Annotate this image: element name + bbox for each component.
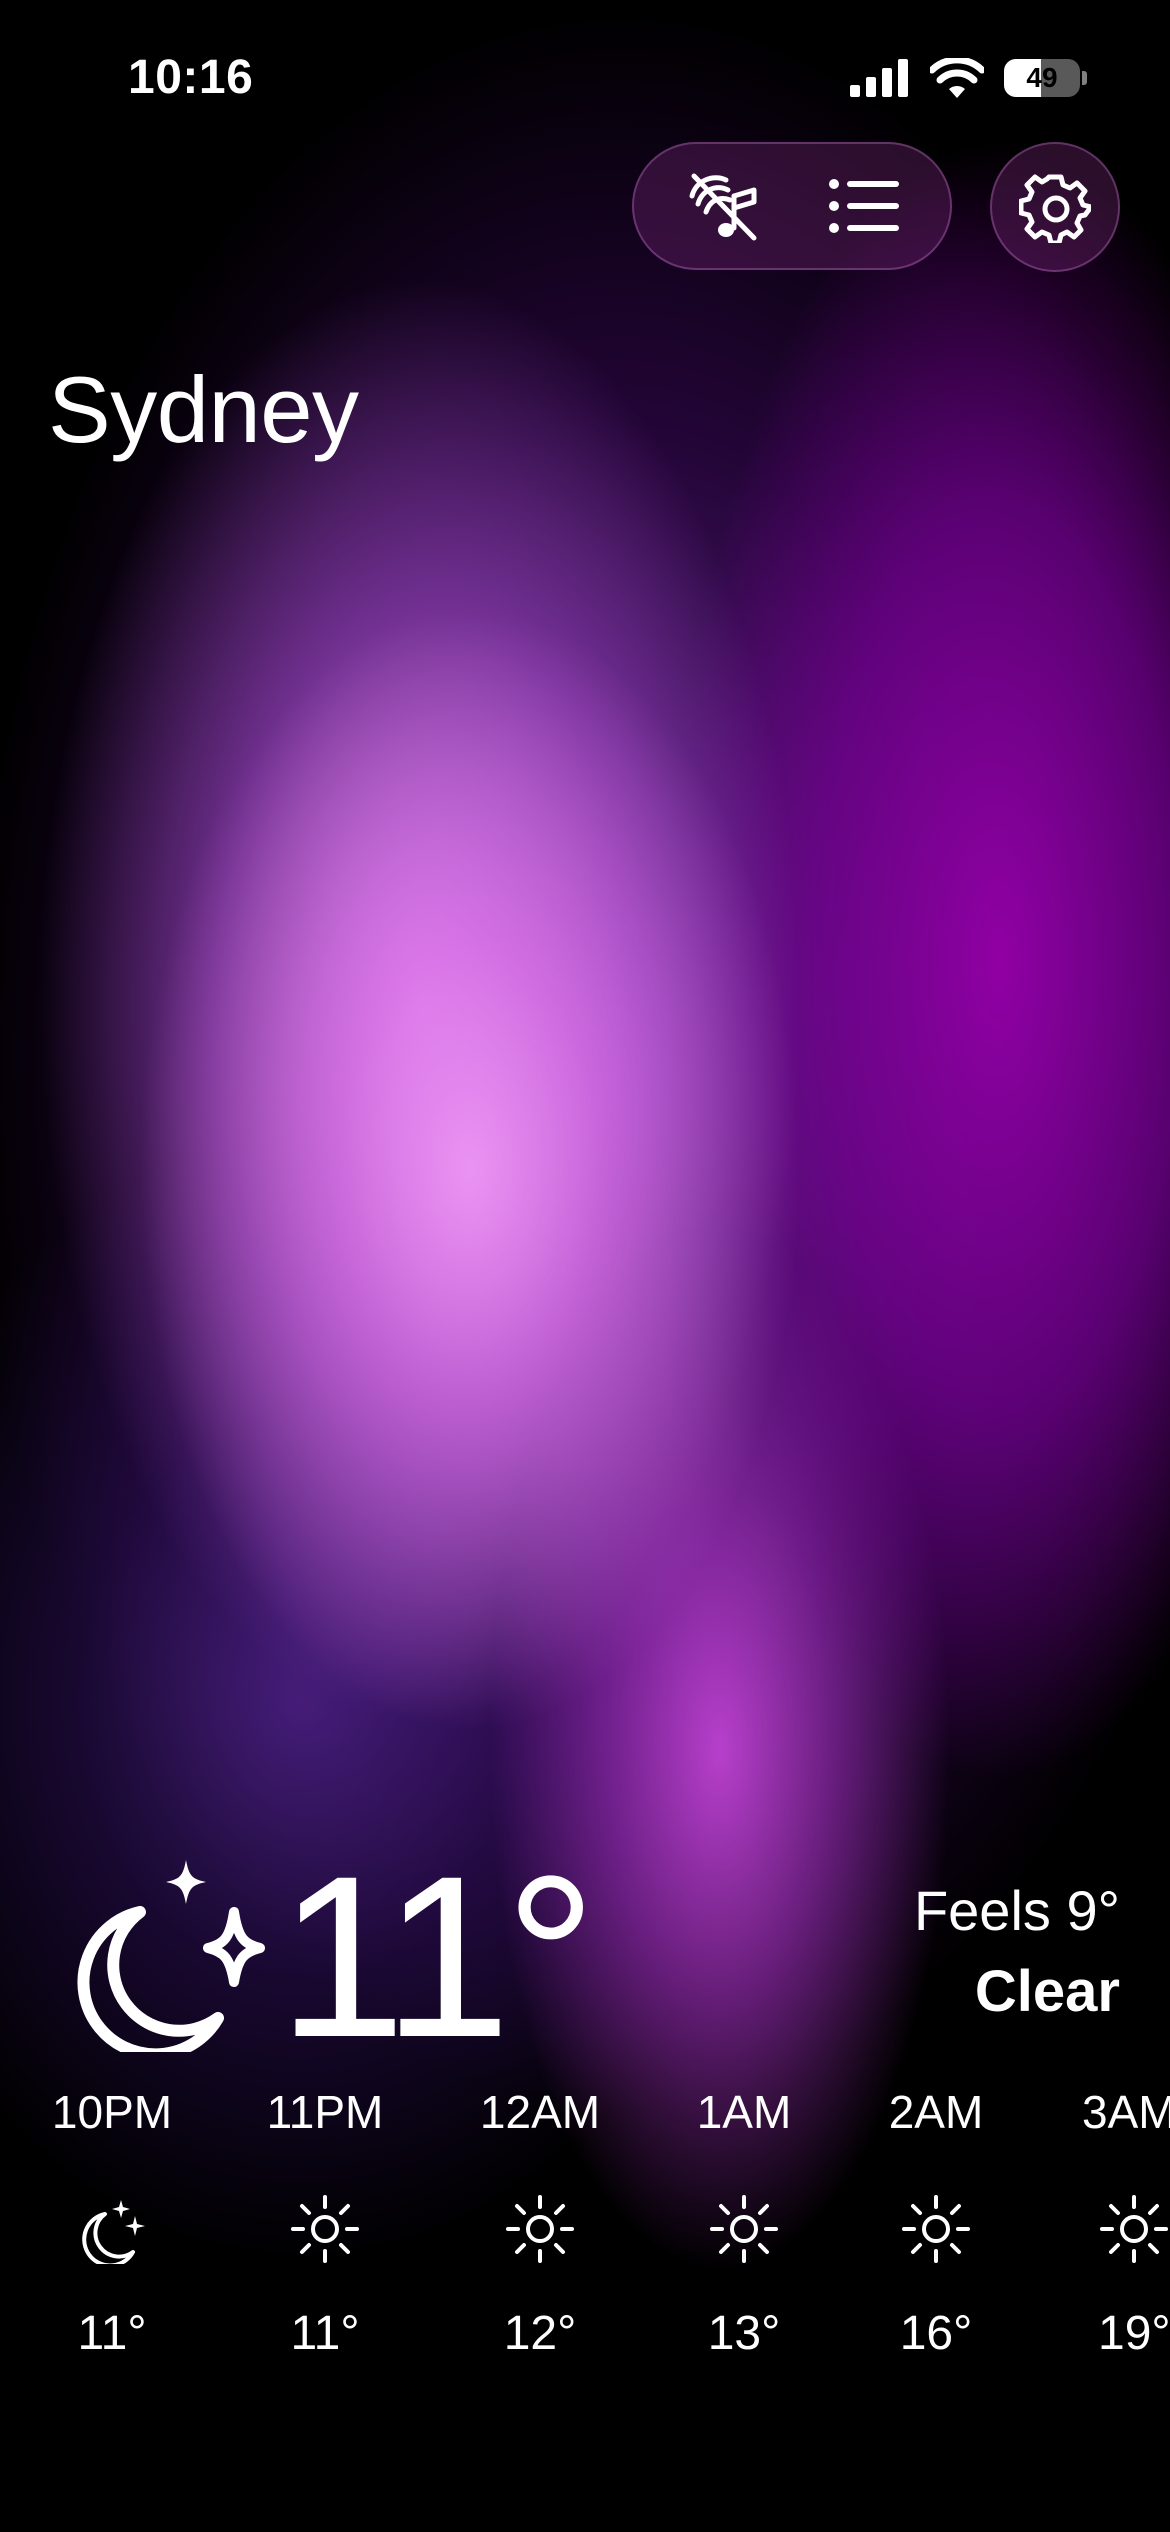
hourly-item: 1AM 13°: [654, 2080, 834, 2366]
hourly-time: 2AM: [888, 2086, 984, 2138]
locations-list-button[interactable]: [804, 158, 924, 254]
hourly-temp: 12°: [503, 2307, 577, 2360]
wifi-icon: [930, 58, 984, 98]
hourly-item: 2AM 16°: [846, 2080, 1026, 2366]
battery-level: 49: [1026, 62, 1058, 93]
sun-icon: [902, 2195, 970, 2263]
hourly-time: 10PM: [51, 2086, 173, 2138]
sun-icon: [1100, 2195, 1168, 2263]
music-note-slash-icon: [689, 173, 757, 241]
hourly-item: 12AM 12°: [450, 2080, 630, 2366]
hourly-forecast[interactable]: 10PM 11° 11PM 11° 12AM 12° 1AM 13° 2AM 1…: [0, 2080, 1170, 2380]
sun-icon: [506, 2195, 574, 2263]
sun-icon: [710, 2195, 778, 2263]
hourly-temp: 13°: [707, 2307, 781, 2360]
hourly-item: 10PM 11°: [22, 2080, 202, 2366]
cellular-signal-icon: [850, 59, 908, 97]
gear-icon: [1019, 174, 1091, 243]
status-bar-time: 10:16: [128, 51, 254, 104]
hourly-item: 3AM 19°: [1082, 2080, 1170, 2366]
moon-stars-icon: [82, 2200, 145, 2264]
sun-icon: [291, 2195, 359, 2263]
weather-condition: Clear: [974, 1959, 1120, 2024]
sound-toggle-button[interactable]: [664, 158, 784, 254]
battery-icon: 49: [1004, 59, 1080, 97]
current-temperature: 11°: [278, 1828, 597, 2085]
hourly-time: 1AM: [696, 2086, 792, 2138]
hourly-item: 11PM 11°: [235, 2080, 415, 2366]
battery-tip: [1082, 71, 1087, 85]
hourly-temp: 11°: [77, 2307, 147, 2360]
hourly-temp: 16°: [899, 2307, 973, 2360]
hourly-temp: 19°: [1098, 2307, 1170, 2360]
feels-like: Feels 9°: [913, 1879, 1120, 1942]
current-condition-icon-wrap: [66, 1852, 266, 2061]
hourly-time: 3AM: [1082, 2086, 1170, 2138]
toolbar-pill: [632, 142, 952, 270]
city-name: Sydney: [48, 357, 359, 462]
moon-stars-icon: [77, 1860, 265, 2061]
settings-button[interactable]: [990, 142, 1120, 272]
list-icon: [829, 179, 899, 233]
hourly-time: 11PM: [266, 2086, 384, 2138]
status-bar-icons: 49: [850, 54, 1087, 102]
hourly-temp: 11°: [290, 2307, 360, 2360]
hourly-time: 12AM: [479, 2086, 601, 2138]
